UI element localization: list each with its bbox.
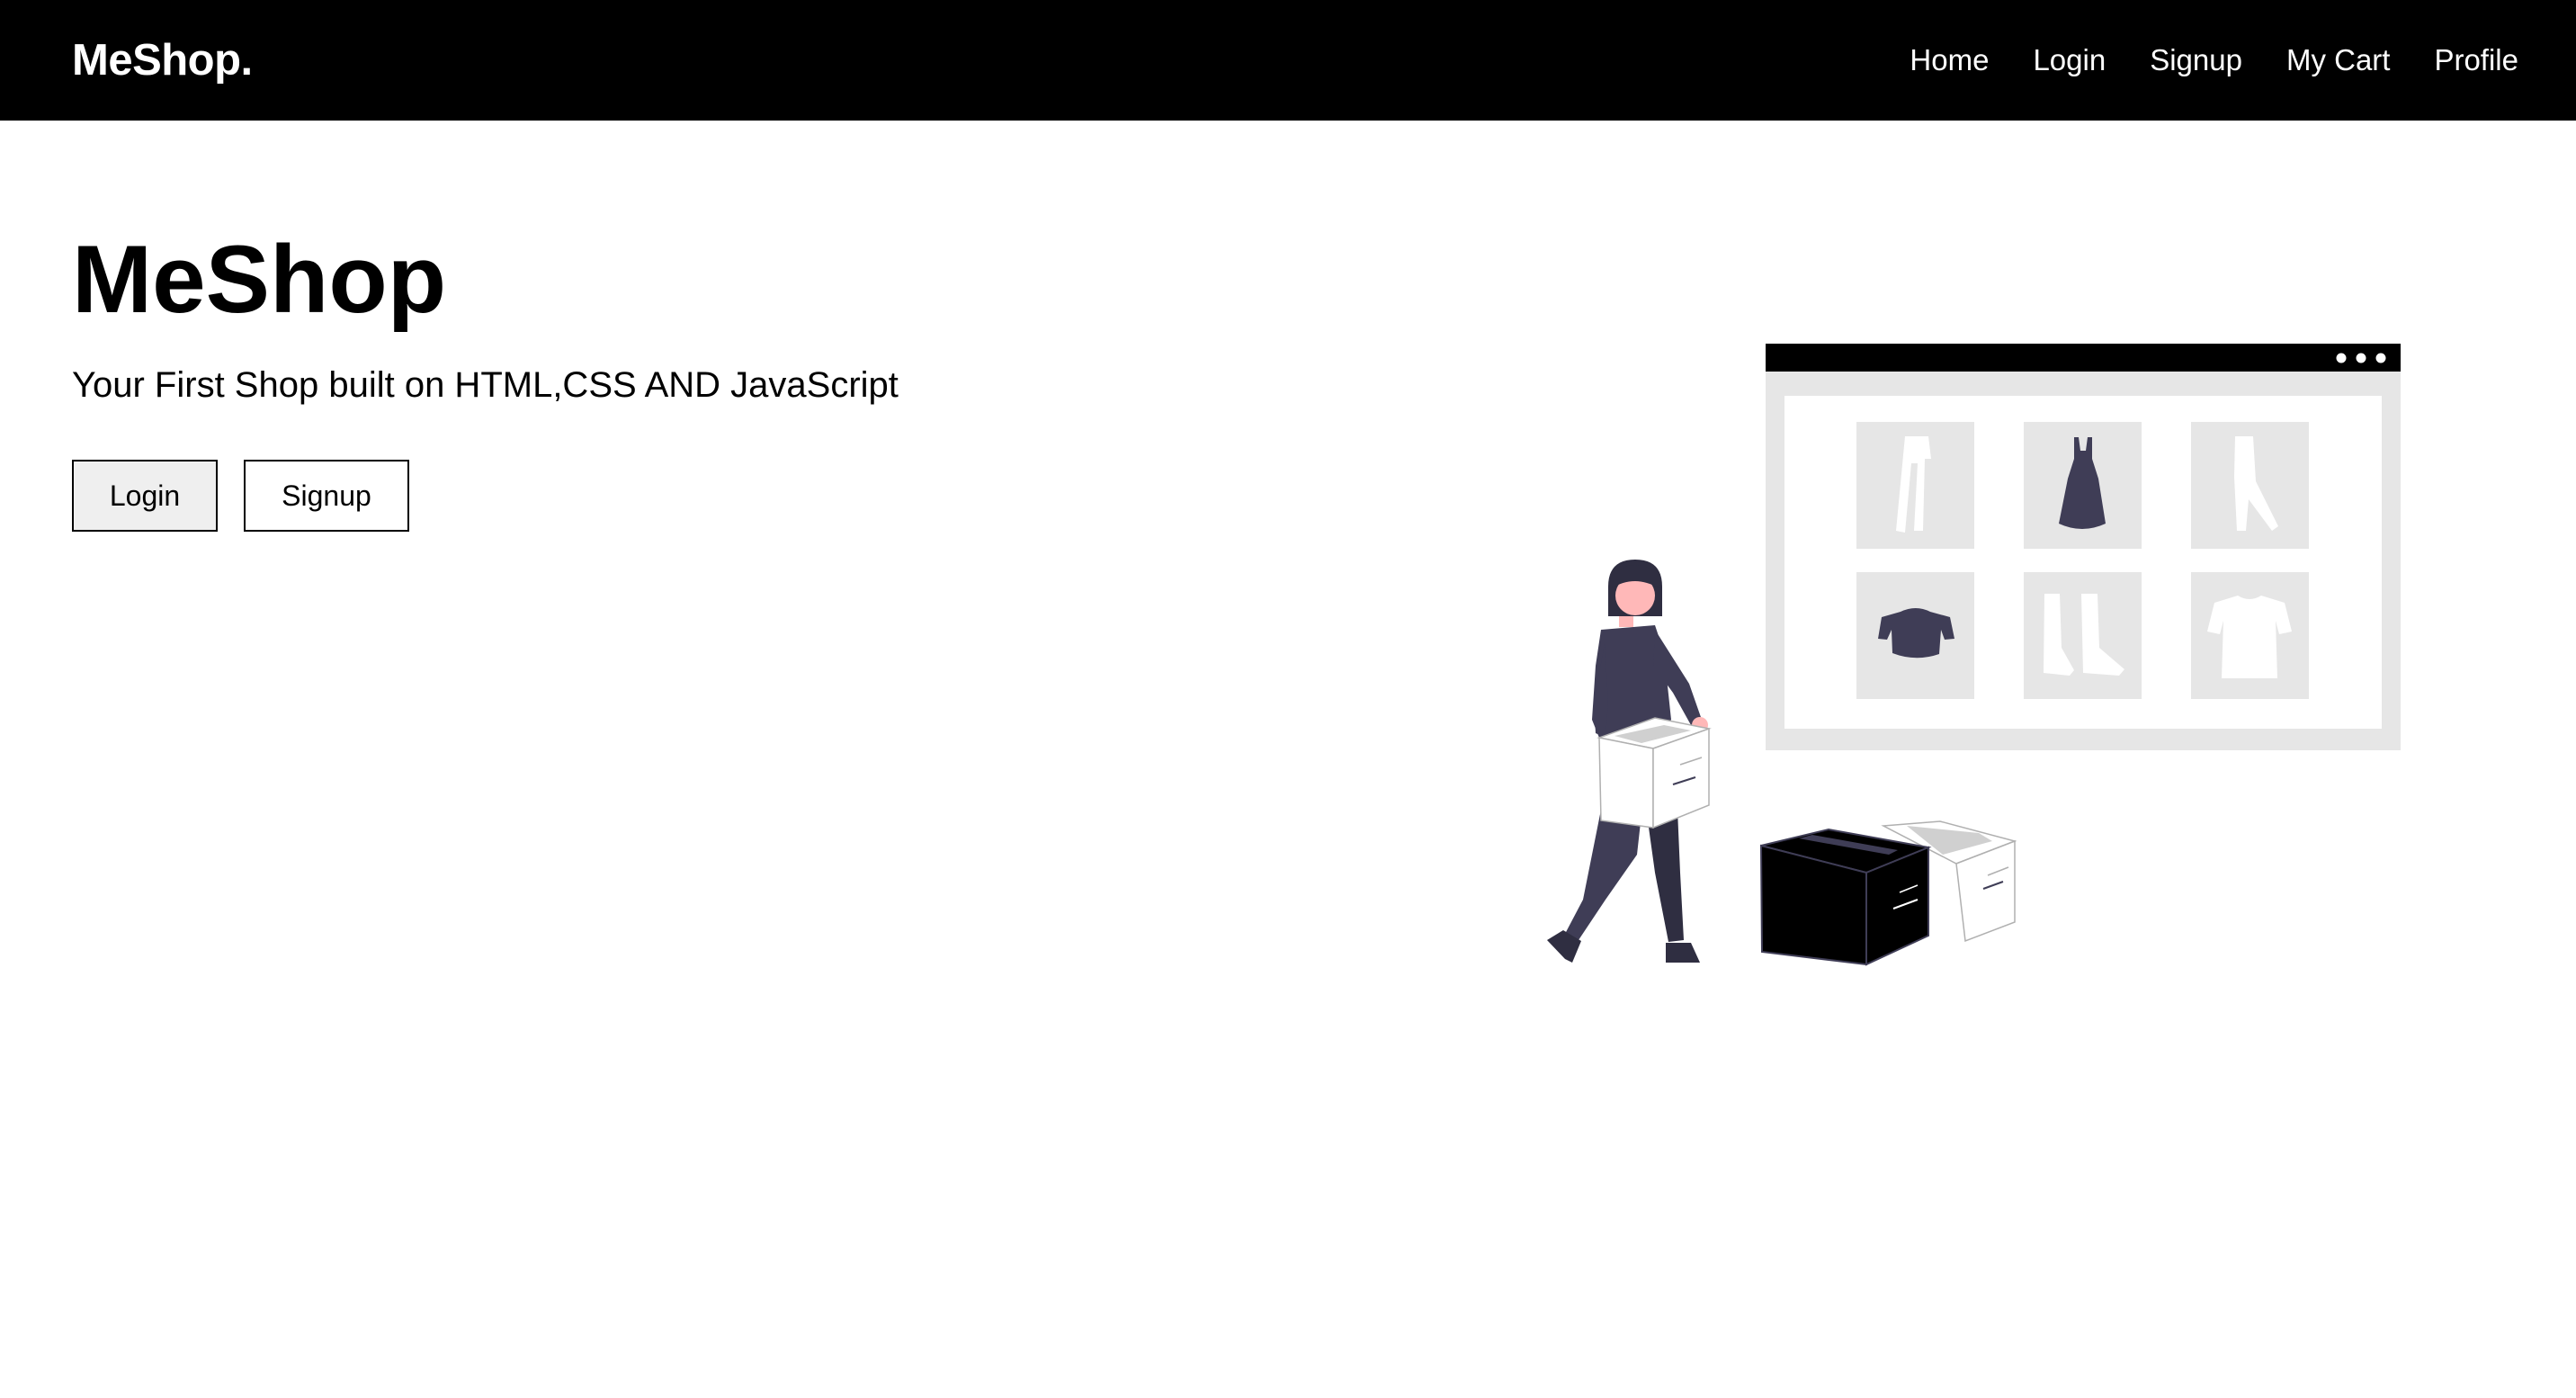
hero-subtitle: Your First Shop built on HTML,CSS AND Ja… <box>72 365 899 405</box>
nav-link-signup[interactable]: Signup <box>2150 40 2242 80</box>
nav-link-my-cart[interactable]: My Cart <box>2286 40 2391 80</box>
window-dot-icon <box>2336 353 2347 363</box>
boxes-on-floor <box>1759 820 2017 966</box>
login-button[interactable]: Login <box>72 460 218 532</box>
nav-link-login[interactable]: Login <box>2033 40 2106 80</box>
person-figure <box>1547 560 1712 963</box>
brand-logo[interactable]: MeShop. <box>72 32 253 88</box>
nav-link-home[interactable]: Home <box>1910 40 1989 80</box>
window-dot-icon <box>2375 353 2386 363</box>
window-dot-icon <box>2356 353 2366 363</box>
top-navbar: MeShop. Home Login Signup My Cart Profil… <box>0 0 2576 121</box>
nav-link-profile[interactable]: Profile <box>2434 40 2518 80</box>
hero-title: MeShop <box>72 225 447 333</box>
online-shopping-illustration <box>1547 344 2401 966</box>
signup-button[interactable]: Signup <box>244 460 409 532</box>
nav-links: Home Login Signup My Cart Profile <box>1910 40 2518 80</box>
